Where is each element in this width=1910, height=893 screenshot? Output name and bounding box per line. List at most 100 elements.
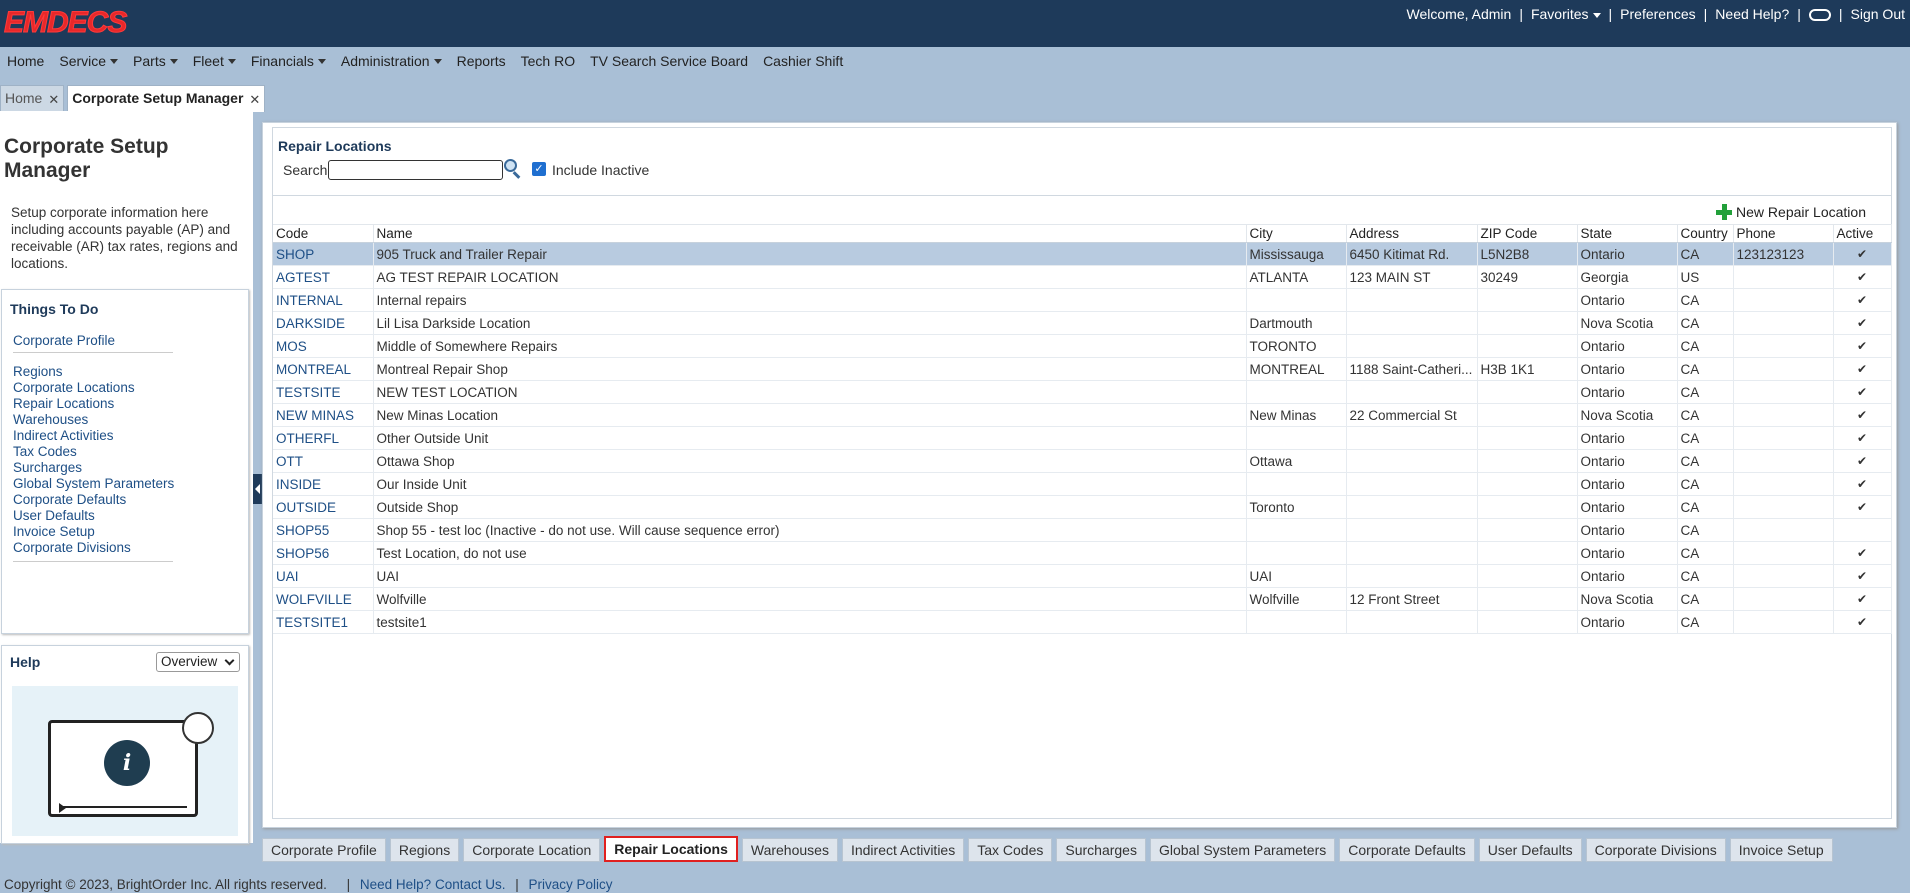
tab-corporate-setup-manager[interactable]: Corporate Setup Manager ✕ xyxy=(67,85,266,112)
sidebar-link-tax-codes[interactable]: Tax Codes xyxy=(13,444,77,459)
table-row[interactable]: DARKSIDE Lil Lisa Darkside Location Dartmo… xyxy=(273,311,1892,335)
sidebar-link-invoice-setup[interactable]: Invoice Setup xyxy=(13,524,95,539)
sidebar-link-warehouses[interactable]: Warehouses xyxy=(13,412,88,427)
cell-code[interactable]: OTT xyxy=(273,449,374,473)
table-row[interactable]: WOLFVILLE Wolfville Wolfville 12 Front Stre… xyxy=(273,587,1892,611)
cell-phone xyxy=(1733,265,1834,289)
table-row[interactable]: NEW MINAS New Minas Location New Minas 22 C… xyxy=(273,403,1892,427)
bottom-tab-corporate-divisions[interactable]: Corporate Divisions xyxy=(1585,838,1726,862)
cloud-icon[interactable] xyxy=(1808,9,1831,21)
cell-code[interactable]: DARKSIDE xyxy=(273,311,374,335)
emdecs-logo[interactable]: EMDECS xyxy=(3,6,127,40)
bottom-tab-user-defaults[interactable]: User Defaults xyxy=(1478,838,1582,862)
table-row[interactable]: INTERNAL Internal repairs Ontario CA ✔ xyxy=(273,288,1892,312)
cell-code[interactable]: TESTSITE1 xyxy=(273,610,374,634)
sidebar-link-global-system-parameters[interactable]: Global System Parameters xyxy=(13,476,174,491)
table-row[interactable]: TESTSITE1 testsite1 Ontario CA ✔ xyxy=(273,610,1892,634)
favorites-menu[interactable]: Favorites xyxy=(1531,6,1601,22)
close-icon[interactable]: ✕ xyxy=(48,92,59,108)
nav-parts[interactable]: Parts xyxy=(133,53,178,69)
nav-administration[interactable]: Administration xyxy=(341,53,442,69)
sidebar-link-corporate-divisions[interactable]: Corporate Divisions xyxy=(13,540,131,555)
sidebar-link-indirect-activities[interactable]: Indirect Activities xyxy=(13,428,114,443)
sidebar-link-surcharges[interactable]: Surcharges xyxy=(13,460,82,475)
column-header-code[interactable]: Code xyxy=(273,224,374,243)
nav-tech-ro[interactable]: Tech RO xyxy=(521,53,575,69)
table-row[interactable]: INSIDE Our Inside Unit Ontario CA ✔ xyxy=(273,472,1892,496)
cell-code[interactable]: OUTSIDE xyxy=(273,495,374,519)
cell-code[interactable]: SHOP55 xyxy=(273,518,374,542)
bottom-tab-regions[interactable]: Regions xyxy=(389,838,460,862)
bottom-tab-corporate-profile[interactable]: Corporate Profile xyxy=(262,838,386,862)
table-row[interactable]: MONTREAL Montreal Repair Shop MONTREAL 1188… xyxy=(273,357,1892,381)
cell-code[interactable]: AGTEST xyxy=(273,265,374,289)
bottom-tab-warehouses[interactable]: Warehouses xyxy=(741,838,838,862)
sidebar-link-corporate-locations[interactable]: Corporate Locations xyxy=(13,380,135,395)
help-topic-select[interactable]: Overview xyxy=(156,652,240,672)
sign-out-link[interactable]: Sign Out xyxy=(1851,6,1905,22)
cell-code[interactable]: NEW MINAS xyxy=(273,403,374,427)
nav-financials[interactable]: Financials xyxy=(251,53,326,69)
table-row[interactable]: SHOP55 Shop 55 - test loc (Inactive - do … xyxy=(273,518,1892,542)
table-row[interactable]: SHOP56 Test Location, do not use Ontario CA… xyxy=(273,541,1892,565)
bottom-tab-corporate-location[interactable]: Corporate Location xyxy=(463,838,601,862)
sidebar-link-repair-locations[interactable]: Repair Locations xyxy=(13,396,114,411)
close-icon[interactable]: ✕ xyxy=(249,92,260,108)
need-help-link[interactable]: Need Help? xyxy=(1715,6,1789,22)
cell-code[interactable]: MONTREAL xyxy=(273,357,374,381)
column-header-zip-code[interactable]: ZIP Code xyxy=(1477,224,1578,243)
cell-code[interactable]: INTERNAL xyxy=(273,288,374,312)
cell-code[interactable]: OTHERFL xyxy=(273,426,374,450)
column-header-city[interactable]: City xyxy=(1246,224,1347,243)
table-row[interactable]: TESTSITE NEW TEST LOCATION Ontario CA ✔ xyxy=(273,380,1892,404)
column-header-phone[interactable]: Phone xyxy=(1733,224,1834,243)
sidebar-link-regions[interactable]: Regions xyxy=(13,364,63,379)
search-icon[interactable] xyxy=(503,158,523,179)
table-row[interactable]: MOS Middle of Somewhere Repairs TORONTO Ont… xyxy=(273,334,1892,358)
table-row[interactable]: OTHERFL Other Outside Unit Ontario CA ✔ xyxy=(273,426,1892,450)
help-video-thumbnail[interactable]: i xyxy=(12,686,238,836)
column-header-address[interactable]: Address xyxy=(1346,224,1478,243)
table-row[interactable]: OTT Ottawa Shop Ottawa Ontario CA ✔ xyxy=(273,449,1892,473)
column-header-name[interactable]: Name xyxy=(373,224,1247,243)
cell-code[interactable]: INSIDE xyxy=(273,472,374,496)
tab-home[interactable]: Home ✕ xyxy=(0,85,65,111)
bottom-tab-surcharges[interactable]: Surcharges xyxy=(1056,838,1146,862)
sidebar-link-corporate-profile[interactable]: Corporate Profile xyxy=(13,333,115,348)
cell-code[interactable]: MOS xyxy=(273,334,374,358)
nav-cashier-shift[interactable]: Cashier Shift xyxy=(763,53,843,69)
search-input[interactable] xyxy=(328,160,503,180)
nav-reports[interactable]: Reports xyxy=(457,53,506,69)
column-header-active[interactable]: Active xyxy=(1833,224,1892,243)
nav-service[interactable]: Service xyxy=(59,53,119,69)
column-header-state[interactable]: State xyxy=(1577,224,1678,243)
bottom-tab-tax-codes[interactable]: Tax Codes xyxy=(968,838,1053,862)
privacy-policy-link[interactable]: Privacy Policy xyxy=(529,877,613,892)
cell-code[interactable]: SHOP56 xyxy=(273,541,374,565)
include-inactive-checkbox[interactable]: ✓ xyxy=(532,162,546,176)
sidebar-link-user-defaults[interactable]: User Defaults xyxy=(13,508,95,523)
bottom-tab-invoice-setup[interactable]: Invoice Setup xyxy=(1729,838,1833,862)
bottom-tab-corporate-defaults[interactable]: Corporate Defaults xyxy=(1339,838,1475,862)
bottom-tab-indirect-activities[interactable]: Indirect Activities xyxy=(841,838,965,862)
sidebar-link-corporate-defaults[interactable]: Corporate Defaults xyxy=(13,492,126,507)
table-row[interactable]: AGTEST AG TEST REPAIR LOCATION ATLANTA 123 … xyxy=(273,265,1892,289)
column-header-country[interactable]: Country xyxy=(1677,224,1734,243)
contact-us-link[interactable]: Need Help? Contact Us. xyxy=(360,877,506,892)
bottom-tab-repair-locations[interactable]: Repair Locations xyxy=(604,836,738,862)
nav-tv-search-service-board[interactable]: TV Search Service Board xyxy=(590,53,748,69)
cell-code[interactable]: TESTSITE xyxy=(273,380,374,404)
new-repair-location-button[interactable]: New Repair Location xyxy=(1716,204,1866,220)
include-inactive-label[interactable]: Include Inactive xyxy=(552,162,649,178)
cell-code[interactable]: SHOP xyxy=(273,242,374,266)
bottom-tab-global-system-parameters[interactable]: Global System Parameters xyxy=(1149,838,1336,862)
cell-code[interactable]: UAI xyxy=(273,564,374,588)
nav-fleet[interactable]: Fleet xyxy=(193,53,236,69)
table-row[interactable]: OUTSIDE Outside Shop Toronto Ontario CA ✔ xyxy=(273,495,1892,519)
table-row[interactable]: SHOP 905 Truck and Trailer Repair Mississa… xyxy=(273,242,1892,266)
nav-home[interactable]: Home xyxy=(7,53,44,69)
cell-code[interactable]: WOLFVILLE xyxy=(273,587,374,611)
table-row[interactable]: UAI UAI UAI Ontario CA ✔ xyxy=(273,564,1892,588)
chevron-down-icon xyxy=(1592,12,1601,18)
preferences-link[interactable]: Preferences xyxy=(1620,6,1695,22)
